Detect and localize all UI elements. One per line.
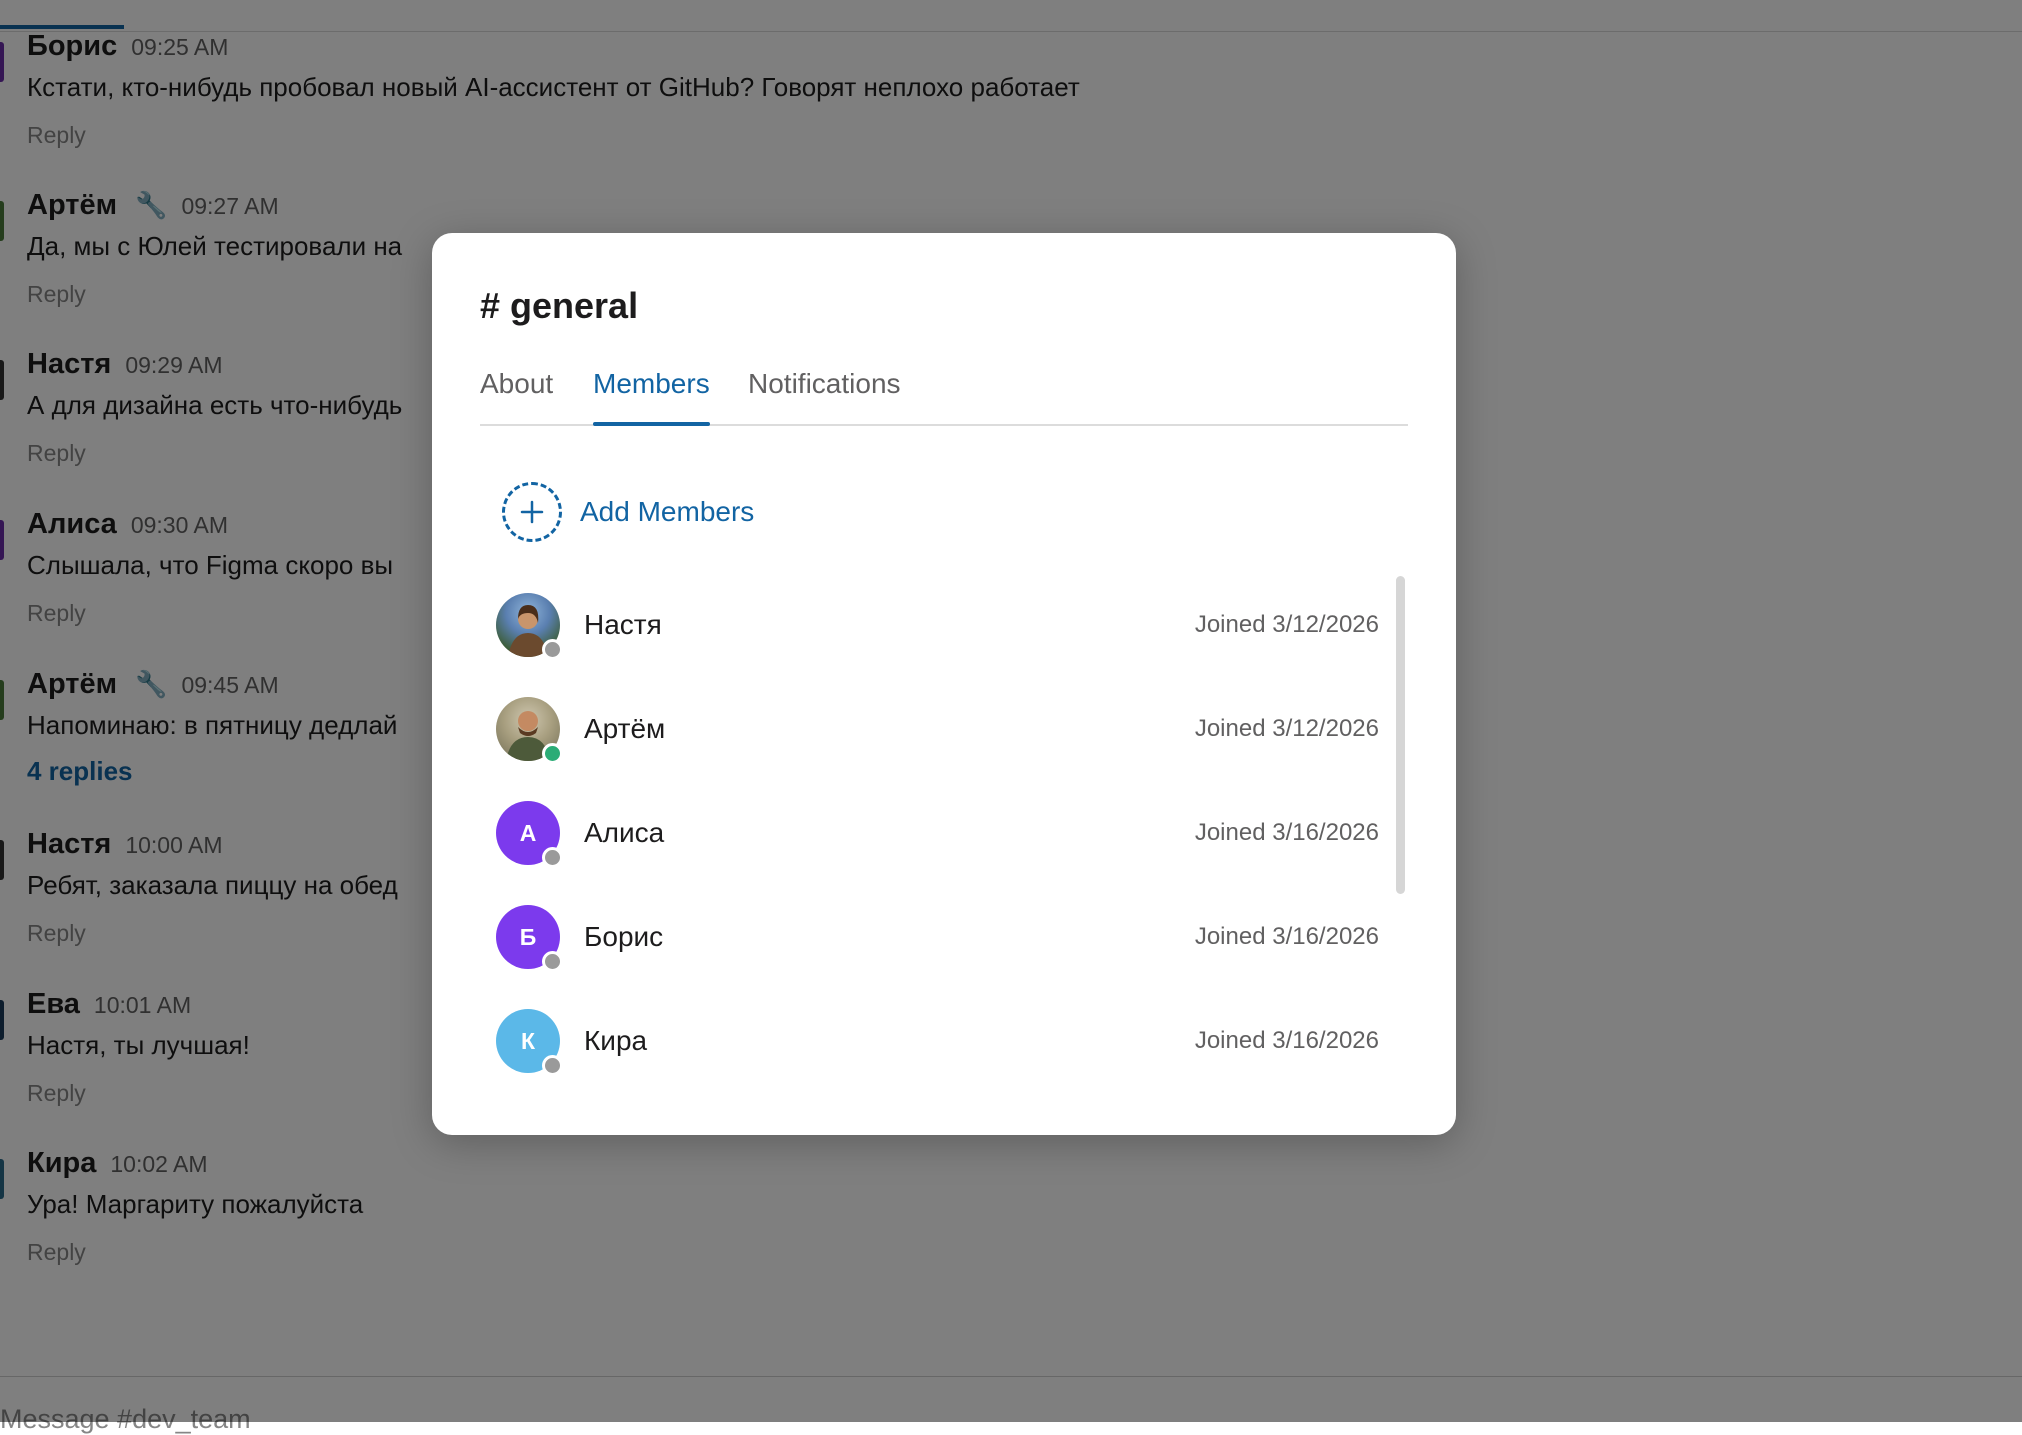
- modal-title: # general: [480, 285, 639, 326]
- tab-about[interactable]: About: [480, 368, 553, 424]
- avatar[interactable]: А: [496, 801, 563, 868]
- member-name: Кира: [584, 1025, 648, 1056]
- presence-indicator: [542, 847, 563, 868]
- presence-indicator: [542, 951, 563, 972]
- member-row[interactable]: Артём Joined 3/12/2026: [432, 677, 1456, 781]
- member-name: Алиса: [584, 817, 665, 848]
- member-joined-date: Joined 3/12/2026: [1194, 715, 1379, 742]
- add-members-label: Add Members: [580, 496, 755, 527]
- presence-indicator: [542, 743, 563, 764]
- plus-icon: [520, 500, 544, 524]
- tab-notifications[interactable]: Notifications: [748, 368, 901, 424]
- avatar[interactable]: К: [496, 1009, 563, 1076]
- avatar[interactable]: [496, 697, 563, 764]
- member-joined-date: Joined 3/12/2026: [1194, 611, 1379, 638]
- tab-members[interactable]: Members: [593, 368, 710, 426]
- member-joined-date: Joined 3/16/2026: [1194, 923, 1379, 950]
- member-list-scrollbar[interactable]: [1396, 576, 1405, 894]
- member-name: Настя: [584, 609, 662, 640]
- presence-indicator: [542, 1055, 563, 1076]
- member-name: Артём: [584, 713, 666, 744]
- avatar[interactable]: [496, 593, 563, 660]
- member-row[interactable]: А Алиса Joined 3/16/2026: [432, 781, 1456, 885]
- member-row[interactable]: Настя Joined 3/12/2026: [432, 573, 1456, 677]
- member-joined-date: Joined 3/16/2026: [1194, 819, 1379, 846]
- channel-details-modal: # general About Members Notifications Ad…: [432, 233, 1456, 1135]
- member-row[interactable]: К Кира Joined 3/16/2026: [432, 989, 1456, 1093]
- member-name: Борис: [584, 921, 664, 952]
- member-row[interactable]: Б Борис Joined 3/16/2026: [432, 885, 1456, 989]
- presence-indicator: [542, 639, 563, 660]
- avatar[interactable]: Б: [496, 905, 563, 972]
- modal-tabs: About Members Notifications: [480, 368, 1408, 426]
- add-member-circle: [502, 482, 562, 542]
- add-members-button[interactable]: Add Members: [502, 479, 754, 545]
- member-joined-date: Joined 3/16/2026: [1194, 1027, 1379, 1054]
